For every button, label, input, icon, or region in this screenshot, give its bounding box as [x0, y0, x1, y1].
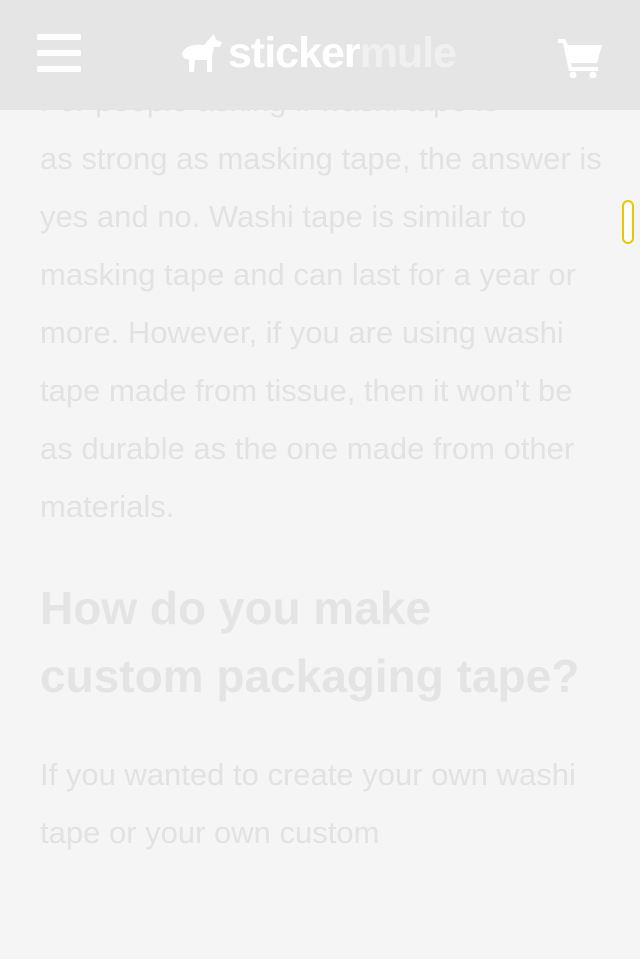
logo-text-mule: mule: [359, 28, 457, 77]
hamburger-menu-icon[interactable]: [37, 34, 81, 72]
page: For people asking if washi tape is as st…: [0, 0, 640, 959]
top-header: sticker mule: [0, 0, 640, 110]
stickermule-logo[interactable]: sticker mule: [180, 28, 457, 77]
article-paragraph: For people asking if washi tape is as st…: [40, 72, 605, 536]
paragraph-text: as strong as masking tape, the answer is…: [40, 141, 602, 524]
article-paragraph-2: If you wanted to create your own washi t…: [40, 757, 576, 850]
mule-icon: [182, 34, 222, 72]
section-heading: How do you make custom packaging tape?: [40, 582, 580, 702]
shopping-cart-icon[interactable]: [556, 36, 604, 79]
logo-text-sticker: sticker: [228, 28, 361, 77]
article-content: For people asking if washi tape is as st…: [40, 72, 605, 862]
scrollbar-thumb[interactable]: [622, 200, 634, 244]
